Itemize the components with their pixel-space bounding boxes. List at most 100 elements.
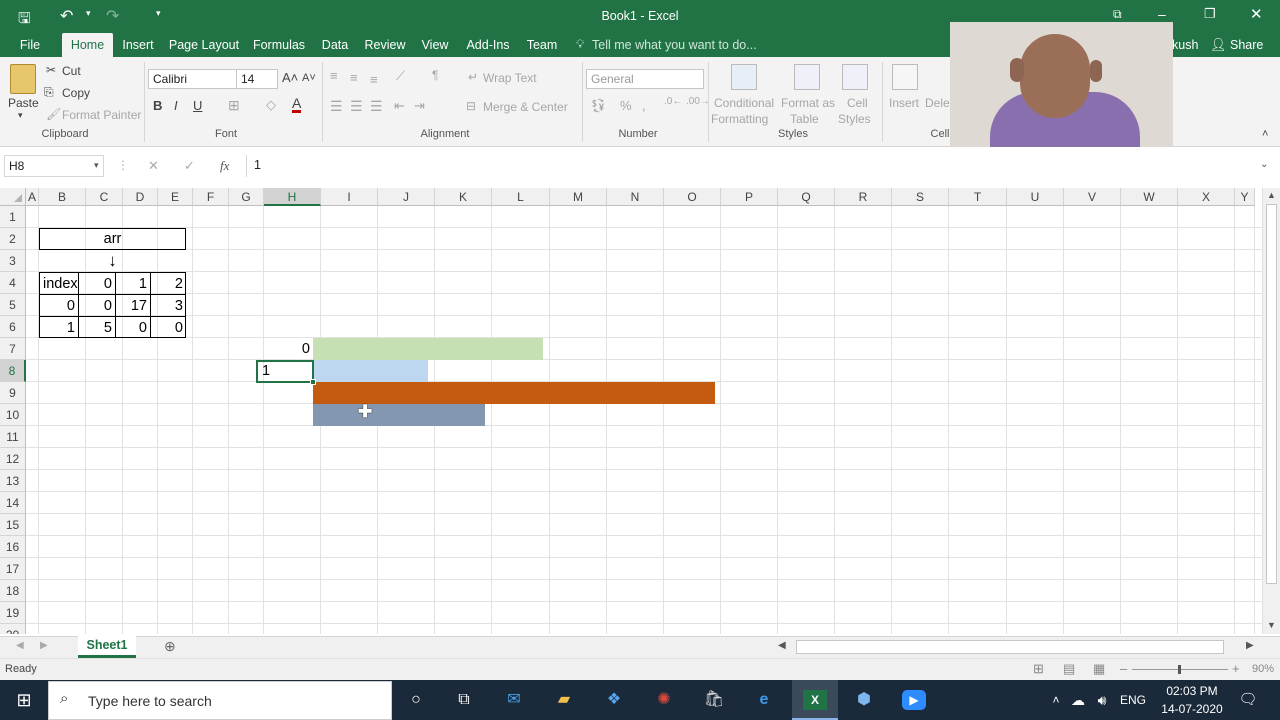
row-header-18[interactable]: 18 xyxy=(0,580,26,602)
fill-color-icon[interactable]: ◇ xyxy=(266,97,276,113)
row-header-8[interactable]: 8 xyxy=(0,360,26,382)
formula-input[interactable]: 1 xyxy=(254,158,1234,172)
task-view-icon[interactable]: ⧉ xyxy=(452,690,476,710)
table-cell[interactable]: 5 xyxy=(79,317,115,339)
format-painter-button[interactable]: Format Painter xyxy=(62,108,141,122)
row-header-16[interactable]: 16 xyxy=(0,536,26,558)
minimize-icon[interactable]: – xyxy=(1158,6,1166,22)
column-header-u[interactable]: U xyxy=(1007,188,1064,206)
normal-view-icon[interactable]: ⊞ xyxy=(1033,661,1044,677)
text-direction-icon[interactable]: ¶ xyxy=(432,68,438,82)
delete-cells-button[interactable]: Dele xyxy=(925,96,950,110)
column-header-i[interactable]: I xyxy=(321,188,378,206)
active-cell-h8[interactable]: 1 xyxy=(256,360,314,383)
excel-icon[interactable]: X xyxy=(803,690,827,710)
share-button[interactable]: Share xyxy=(1230,38,1263,52)
table-cell[interactable]: 0 xyxy=(116,317,150,339)
clock-time[interactable]: 02:03 PM xyxy=(1162,684,1222,698)
column-header-y[interactable]: Y xyxy=(1235,188,1255,206)
font-size-box[interactable]: 14 xyxy=(236,69,278,89)
column-header-p[interactable]: P xyxy=(721,188,778,206)
column-header-l[interactable]: L xyxy=(492,188,550,206)
tab-formulas[interactable]: Formulas xyxy=(250,33,308,57)
notifications-icon[interactable]: 🗨︎ xyxy=(1236,690,1260,710)
column-header-a[interactable]: A xyxy=(26,188,39,206)
user-name[interactable]: kush xyxy=(1172,38,1198,52)
row-header-19[interactable]: 19 xyxy=(0,602,26,624)
column-header-c[interactable]: C xyxy=(86,188,123,206)
align-center-icon[interactable]: ☰ xyxy=(350,98,363,115)
number-format-box[interactable]: General xyxy=(586,69,704,89)
undo-icon[interactable]: ↶ xyxy=(60,6,73,26)
name-box[interactable]: H8 xyxy=(4,155,104,177)
fill-handle[interactable] xyxy=(310,379,316,385)
undo-dropdown-icon[interactable]: ▾ xyxy=(86,8,91,19)
column-header-n[interactable]: N xyxy=(607,188,664,206)
wrap-text-button[interactable]: Wrap Text xyxy=(483,71,537,85)
top-align-icon[interactable]: ≡ xyxy=(330,68,338,83)
font-color-icon[interactable]: A xyxy=(292,96,302,113)
table-cell[interactable]: 1 xyxy=(116,273,150,295)
column-header-m[interactable]: M xyxy=(550,188,607,206)
comma-icon[interactable]: , xyxy=(642,98,646,113)
scissors-icon[interactable]: ✂ xyxy=(46,63,56,77)
column-header-o[interactable]: O xyxy=(664,188,721,206)
column-header-h[interactable]: H xyxy=(264,188,321,206)
windows-start-icon[interactable]: ⊞ xyxy=(12,690,36,710)
file-explorer-icon[interactable]: ▰ xyxy=(552,690,576,710)
format-table-icon[interactable] xyxy=(794,64,820,90)
font-name-box[interactable]: Calibri xyxy=(148,69,240,89)
dropbox-icon[interactable]: ❖ xyxy=(602,690,626,710)
row-header-3[interactable]: 3 xyxy=(0,250,26,272)
row-header-2[interactable]: 2 xyxy=(0,228,26,250)
percent-icon[interactable]: % xyxy=(620,98,632,113)
redo-icon[interactable]: ↷ xyxy=(106,6,119,26)
page-break-view-icon[interactable]: ▦ xyxy=(1093,661,1105,677)
sheet-tab-sheet1[interactable]: Sheet1 xyxy=(78,636,136,658)
shrink-font-icon[interactable]: A˅ xyxy=(302,72,316,84)
customize-toolbar-icon[interactable]: ▾ xyxy=(156,8,161,19)
format-as-table-button[interactable]: Format as xyxy=(781,96,835,110)
align-right-icon[interactable]: ☰ xyxy=(370,98,383,115)
collapse-ribbon-icon[interactable]: ˄ xyxy=(1262,128,1268,140)
page-layout-view-icon[interactable]: ▤ xyxy=(1063,661,1075,677)
bottom-align-icon[interactable]: ≡ xyxy=(370,72,378,87)
tab-insert[interactable]: Insert xyxy=(118,33,158,57)
decrease-decimal-icon[interactable]: .00→ xyxy=(686,96,710,107)
table-cell[interactable]: 0 xyxy=(79,295,115,317)
column-header-t[interactable]: T xyxy=(949,188,1007,206)
add-sheet-icon[interactable]: ⊕ xyxy=(164,638,176,655)
insert-function-button[interactable]: fx xyxy=(220,158,229,174)
tab-page-layout[interactable]: Page Layout xyxy=(166,33,242,57)
zoom-app-icon[interactable]: ▶ xyxy=(902,690,926,710)
cell-h7[interactable]: 0 xyxy=(256,338,313,360)
mail-icon[interactable]: ✉ xyxy=(502,690,526,710)
prev-sheet-icon[interactable]: ◀ xyxy=(16,640,24,651)
conditional-formatting-icon[interactable] xyxy=(731,64,757,90)
tab-add-ins[interactable]: Add-Ins xyxy=(462,33,514,57)
row-header-6[interactable]: 6 xyxy=(0,316,26,338)
tab-view[interactable]: View xyxy=(418,33,452,57)
increase-decimal-icon[interactable]: .0← xyxy=(664,96,682,107)
insert-cells-icon[interactable] xyxy=(892,64,918,90)
orientation-icon[interactable]: ⟋ xyxy=(396,68,405,84)
row-header-12[interactable]: 12 xyxy=(0,448,26,470)
merge-center-button[interactable]: Merge & Center xyxy=(483,100,568,114)
tell-me-input[interactable]: Tell me what you want to do... xyxy=(592,38,757,52)
row-header-13[interactable]: 13 xyxy=(0,470,26,492)
language-indicator[interactable]: ENG xyxy=(1120,693,1146,707)
store-icon[interactable]: 🛍︎ xyxy=(702,690,726,710)
grow-font-icon[interactable]: A˄ xyxy=(282,70,298,85)
cell-styles-icon[interactable] xyxy=(842,64,868,90)
cell-styles-button[interactable]: Cell xyxy=(847,96,868,110)
column-header-v[interactable]: V xyxy=(1064,188,1121,206)
column-header-d[interactable]: D xyxy=(123,188,158,206)
row-header-11[interactable]: 11 xyxy=(0,426,26,448)
format-painter-icon[interactable]: 🖌︎ xyxy=(46,107,61,121)
scroll-left-icon[interactable]: ◀ xyxy=(778,640,786,651)
zoom-slider-thumb[interactable] xyxy=(1178,665,1181,674)
tab-review[interactable]: Review xyxy=(362,33,408,57)
tab-team[interactable]: Team xyxy=(524,33,560,57)
scroll-down-icon[interactable]: ▼ xyxy=(1267,620,1276,630)
underline-button[interactable]: U xyxy=(193,98,202,113)
